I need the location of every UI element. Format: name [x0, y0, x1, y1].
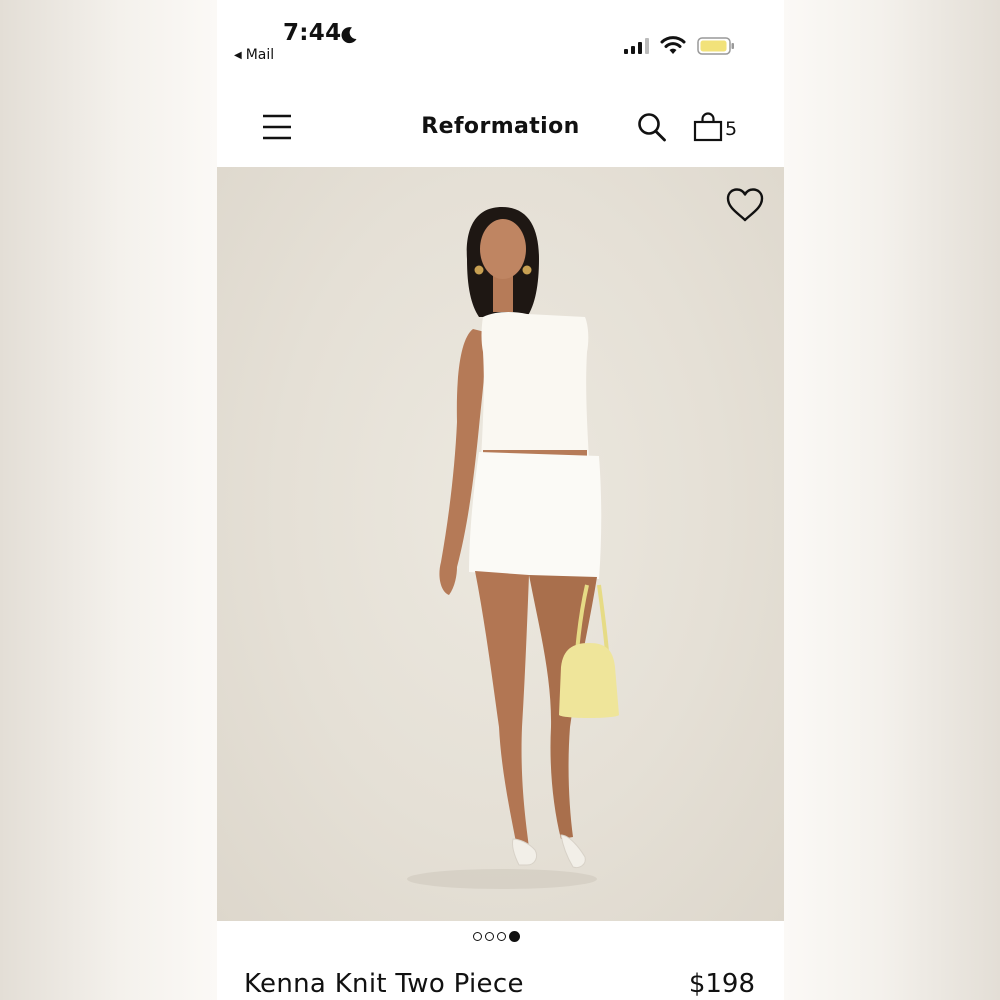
carousel-dot[interactable] [497, 932, 506, 941]
phone-screen: 7:44 ◀ Mail Reformation 5 Kenna Knit Two… [217, 0, 784, 1000]
signal-icon [624, 38, 649, 54]
carousel-dots [473, 931, 520, 942]
back-to-mail-link[interactable]: ◀ Mail [234, 47, 274, 63]
status-time: 7:44 [283, 20, 342, 46]
carousel-dot[interactable] [473, 932, 482, 941]
moon-icon [341, 27, 357, 44]
carousel-dot-active[interactable] [509, 931, 520, 942]
back-label: Mail [245, 47, 275, 63]
search-icon[interactable] [637, 111, 667, 143]
product-price: $198 [688, 969, 755, 999]
heart-icon[interactable] [725, 187, 765, 223]
carousel-dot[interactable] [485, 932, 494, 941]
cart-count-badge[interactable]: 5 [725, 118, 737, 140]
model-photo [407, 207, 619, 889]
bag-icon[interactable] [693, 112, 723, 142]
battery-icon [697, 37, 734, 55]
product-name: Kenna Knit Two Piece [244, 969, 524, 999]
product-image[interactable] [217, 167, 784, 921]
back-arrow-icon: ◀ [234, 50, 242, 61]
wifi-icon [660, 36, 686, 54]
